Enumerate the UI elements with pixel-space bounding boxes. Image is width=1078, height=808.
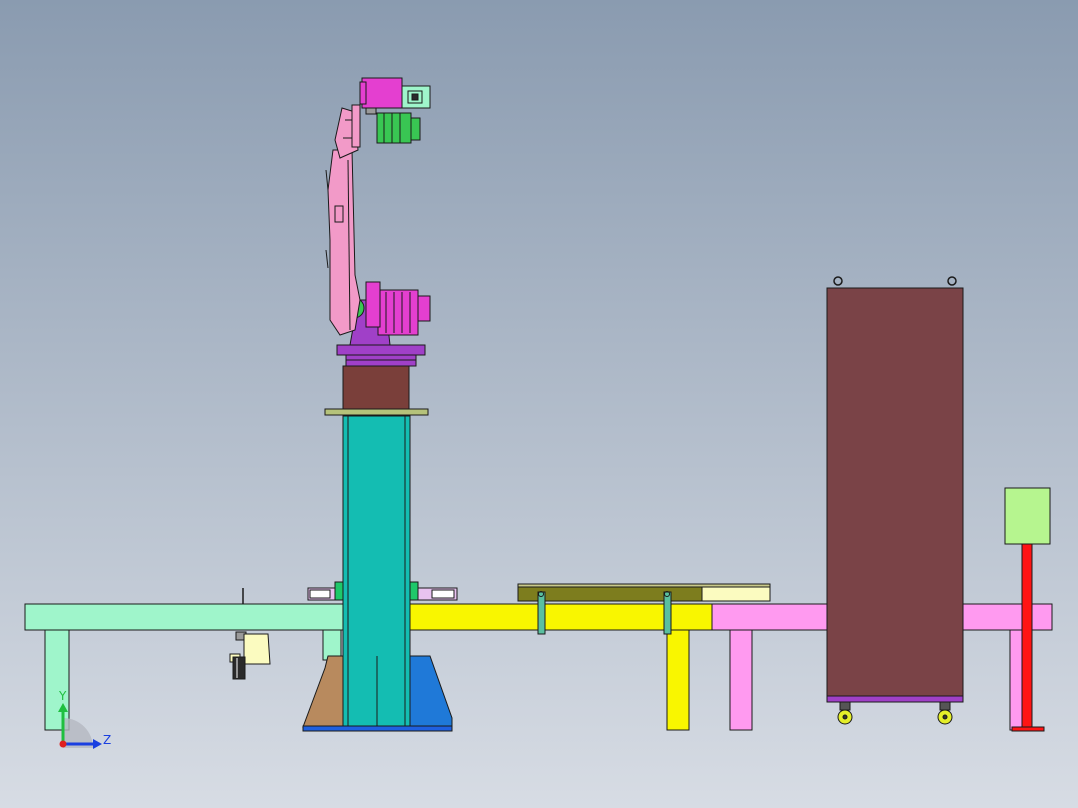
cad-viewport[interactable]: Y Z [0, 0, 1078, 808]
cabinet-caster-left [837, 701, 853, 725]
cabinet-caster-right [937, 701, 953, 725]
y-axis-label: Y [58, 689, 67, 703]
robot-wrist-motor [376, 112, 421, 144]
triad-origin [59, 740, 67, 748]
control-cabinet[interactable] [826, 276, 964, 725]
workcell-side-view: Y Z [0, 0, 1078, 808]
z-axis-label: Z [103, 733, 111, 747]
